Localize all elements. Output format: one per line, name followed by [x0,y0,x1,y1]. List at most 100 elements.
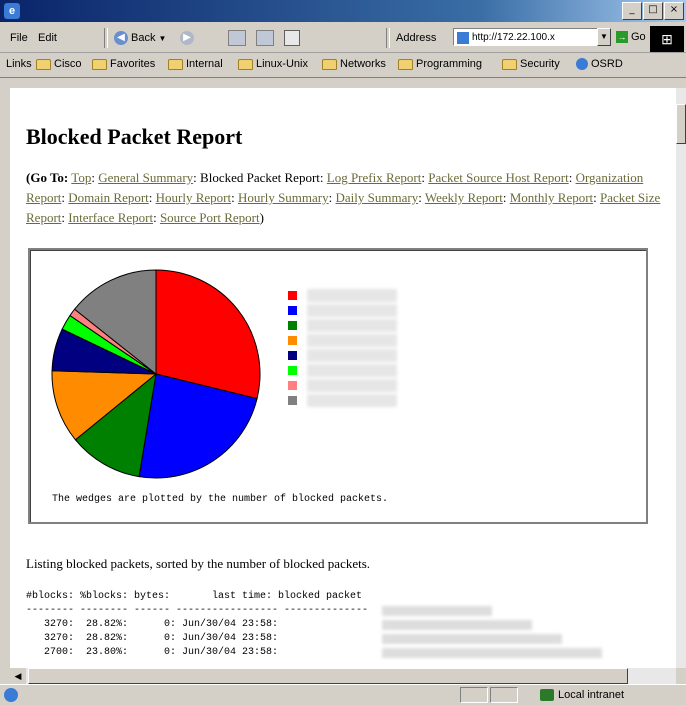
nav-link-packet-source-host-report[interactable]: Packet Source Host Report [428,170,568,185]
links-item-linux-unix[interactable]: Linux-Unix [238,58,308,70]
redacted-text [382,648,602,658]
page-title: Blocked Packet Report [26,124,243,149]
legend-redacted-label [307,334,397,347]
folder-icon [92,58,107,70]
menu-toolbar-row: File Edit ◀ Back ▼ ▶ Address http://172.… [0,22,686,53]
blocked-packets-table: #blocks: %blocks: bytes: last time: bloc… [26,590,368,660]
folder-icon [398,58,413,70]
legend-redacted-label [307,289,397,302]
ie-link-icon [576,58,588,70]
goto-prefix: (Go To: [26,170,69,185]
chart-legend [288,288,397,408]
toolbar-separator [104,28,108,48]
back-arrow-icon: ◀ [114,31,128,45]
legend-redacted-label [307,394,397,407]
legend-swatch [288,396,297,405]
back-button[interactable]: ◀ Back ▼ [114,28,166,48]
stop-button[interactable] [228,28,246,48]
links-item-internal[interactable]: Internal [168,58,223,70]
stop-icon [228,30,246,46]
legend-swatch [288,336,297,345]
nav-link-general-summary[interactable]: General Summary [98,170,193,185]
address-label: Address [396,32,437,44]
go-button[interactable]: → Go [616,31,646,43]
close-button[interactable]: × [664,2,684,20]
toolbar-separator [386,28,390,48]
security-zone: Local intranet [540,687,624,703]
intranet-zone-icon [540,689,554,701]
links-item-favorites[interactable]: Favorites [92,58,155,70]
legend-swatch [288,381,297,390]
pie-chart-panel: The wedges are plotted by the number of … [28,248,648,524]
refresh-button[interactable] [256,28,274,48]
nav-link-source-port-report[interactable]: Source Port Report [160,210,260,225]
vertical-scrollbar[interactable] [676,88,686,668]
home-button[interactable] [284,28,300,48]
legend-item [288,303,397,318]
links-item-programming[interactable]: Programming [398,58,482,70]
ie-status-icon [4,688,18,702]
links-item-cisco[interactable]: Cisco [36,58,82,70]
links-item-osrd[interactable]: OSRD [576,58,623,70]
scroll-thumb[interactable] [28,668,628,684]
page-content: Blocked Packet Report (Go To: Top: Gener… [10,88,676,668]
menu-file[interactable]: File [10,32,28,44]
legend-redacted-label [307,349,397,362]
address-dropdown-button[interactable]: ▼ [597,28,611,46]
legend-swatch [288,351,297,360]
legend-item [288,378,397,393]
title-bar: e _ □ × [0,0,686,22]
home-icon [284,30,300,46]
folder-icon [36,58,51,70]
nav-link-domain-report[interactable]: Domain Report [68,190,149,205]
scroll-left-arrow[interactable]: ◀ [10,668,26,684]
folder-icon [322,58,337,70]
folder-icon [502,58,517,70]
forward-button[interactable]: ▶ [180,28,194,48]
legend-redacted-label [307,379,397,392]
windows-logo-throbber: ⊞ [650,26,684,52]
folder-icon [238,58,253,70]
links-item-networks[interactable]: Networks [322,58,386,70]
scroll-thumb[interactable] [676,104,686,144]
menu-edit[interactable]: Edit [38,32,57,44]
back-label: Back [131,32,156,44]
table-row: 3270: 28.82%: 0: Jun/30/04 23:58: [26,619,279,630]
listing-intro: Listing blocked packets, sorted by the n… [26,556,371,571]
redacted-text [382,606,492,616]
legend-redacted-label [307,319,397,332]
legend-item [288,393,397,408]
links-label: Links [6,58,32,70]
redacted-text [382,634,562,644]
links-item-security[interactable]: Security [502,58,560,70]
legend-swatch [288,306,297,315]
legend-swatch [288,366,297,375]
legend-redacted-label [307,364,397,377]
maximize-button[interactable]: □ [643,2,663,20]
page-icon [457,32,469,44]
horizontal-scrollbar[interactable]: ◀ [10,668,676,684]
legend-redacted-label [307,304,397,317]
back-dropdown-icon: ▼ [158,33,167,43]
nav-link-top[interactable]: Top [71,170,91,185]
minimize-button[interactable]: _ [622,2,642,20]
nav-link-daily-summary[interactable]: Daily Summary [336,190,419,205]
table-row: 2700: 23.80%: 0: Jun/30/04 23:58: [26,647,279,658]
status-pane [460,687,488,703]
legend-item [288,348,397,363]
nav-link-interface-report[interactable]: Interface Report [68,210,153,225]
address-input[interactable]: http://172.22.100.x [453,28,599,46]
nav-link-hourly-report[interactable]: Hourly Report [156,190,231,205]
legend-item [288,288,397,303]
ie-app-icon[interactable]: e [4,3,20,19]
status-pane [490,687,518,703]
links-bar: Links Cisco Favorites Internal Linux-Uni… [0,53,686,78]
nav-link-log-prefix-report[interactable]: Log Prefix Report [327,170,422,185]
nav-link-monthly-report[interactable]: Monthly Report [510,190,593,205]
table-header: #blocks: %blocks: bytes: last time: bloc… [26,591,363,602]
nav-link-weekly-report[interactable]: Weekly Report [425,190,503,205]
forward-arrow-icon: ▶ [180,31,194,45]
nav-link-hourly-summary[interactable]: Hourly Summary [238,190,329,205]
table-divider: -------- -------- ------ ---------------… [26,605,369,616]
goto-nav: (Go To: Top: General Summary: Blocked Pa… [26,170,661,225]
